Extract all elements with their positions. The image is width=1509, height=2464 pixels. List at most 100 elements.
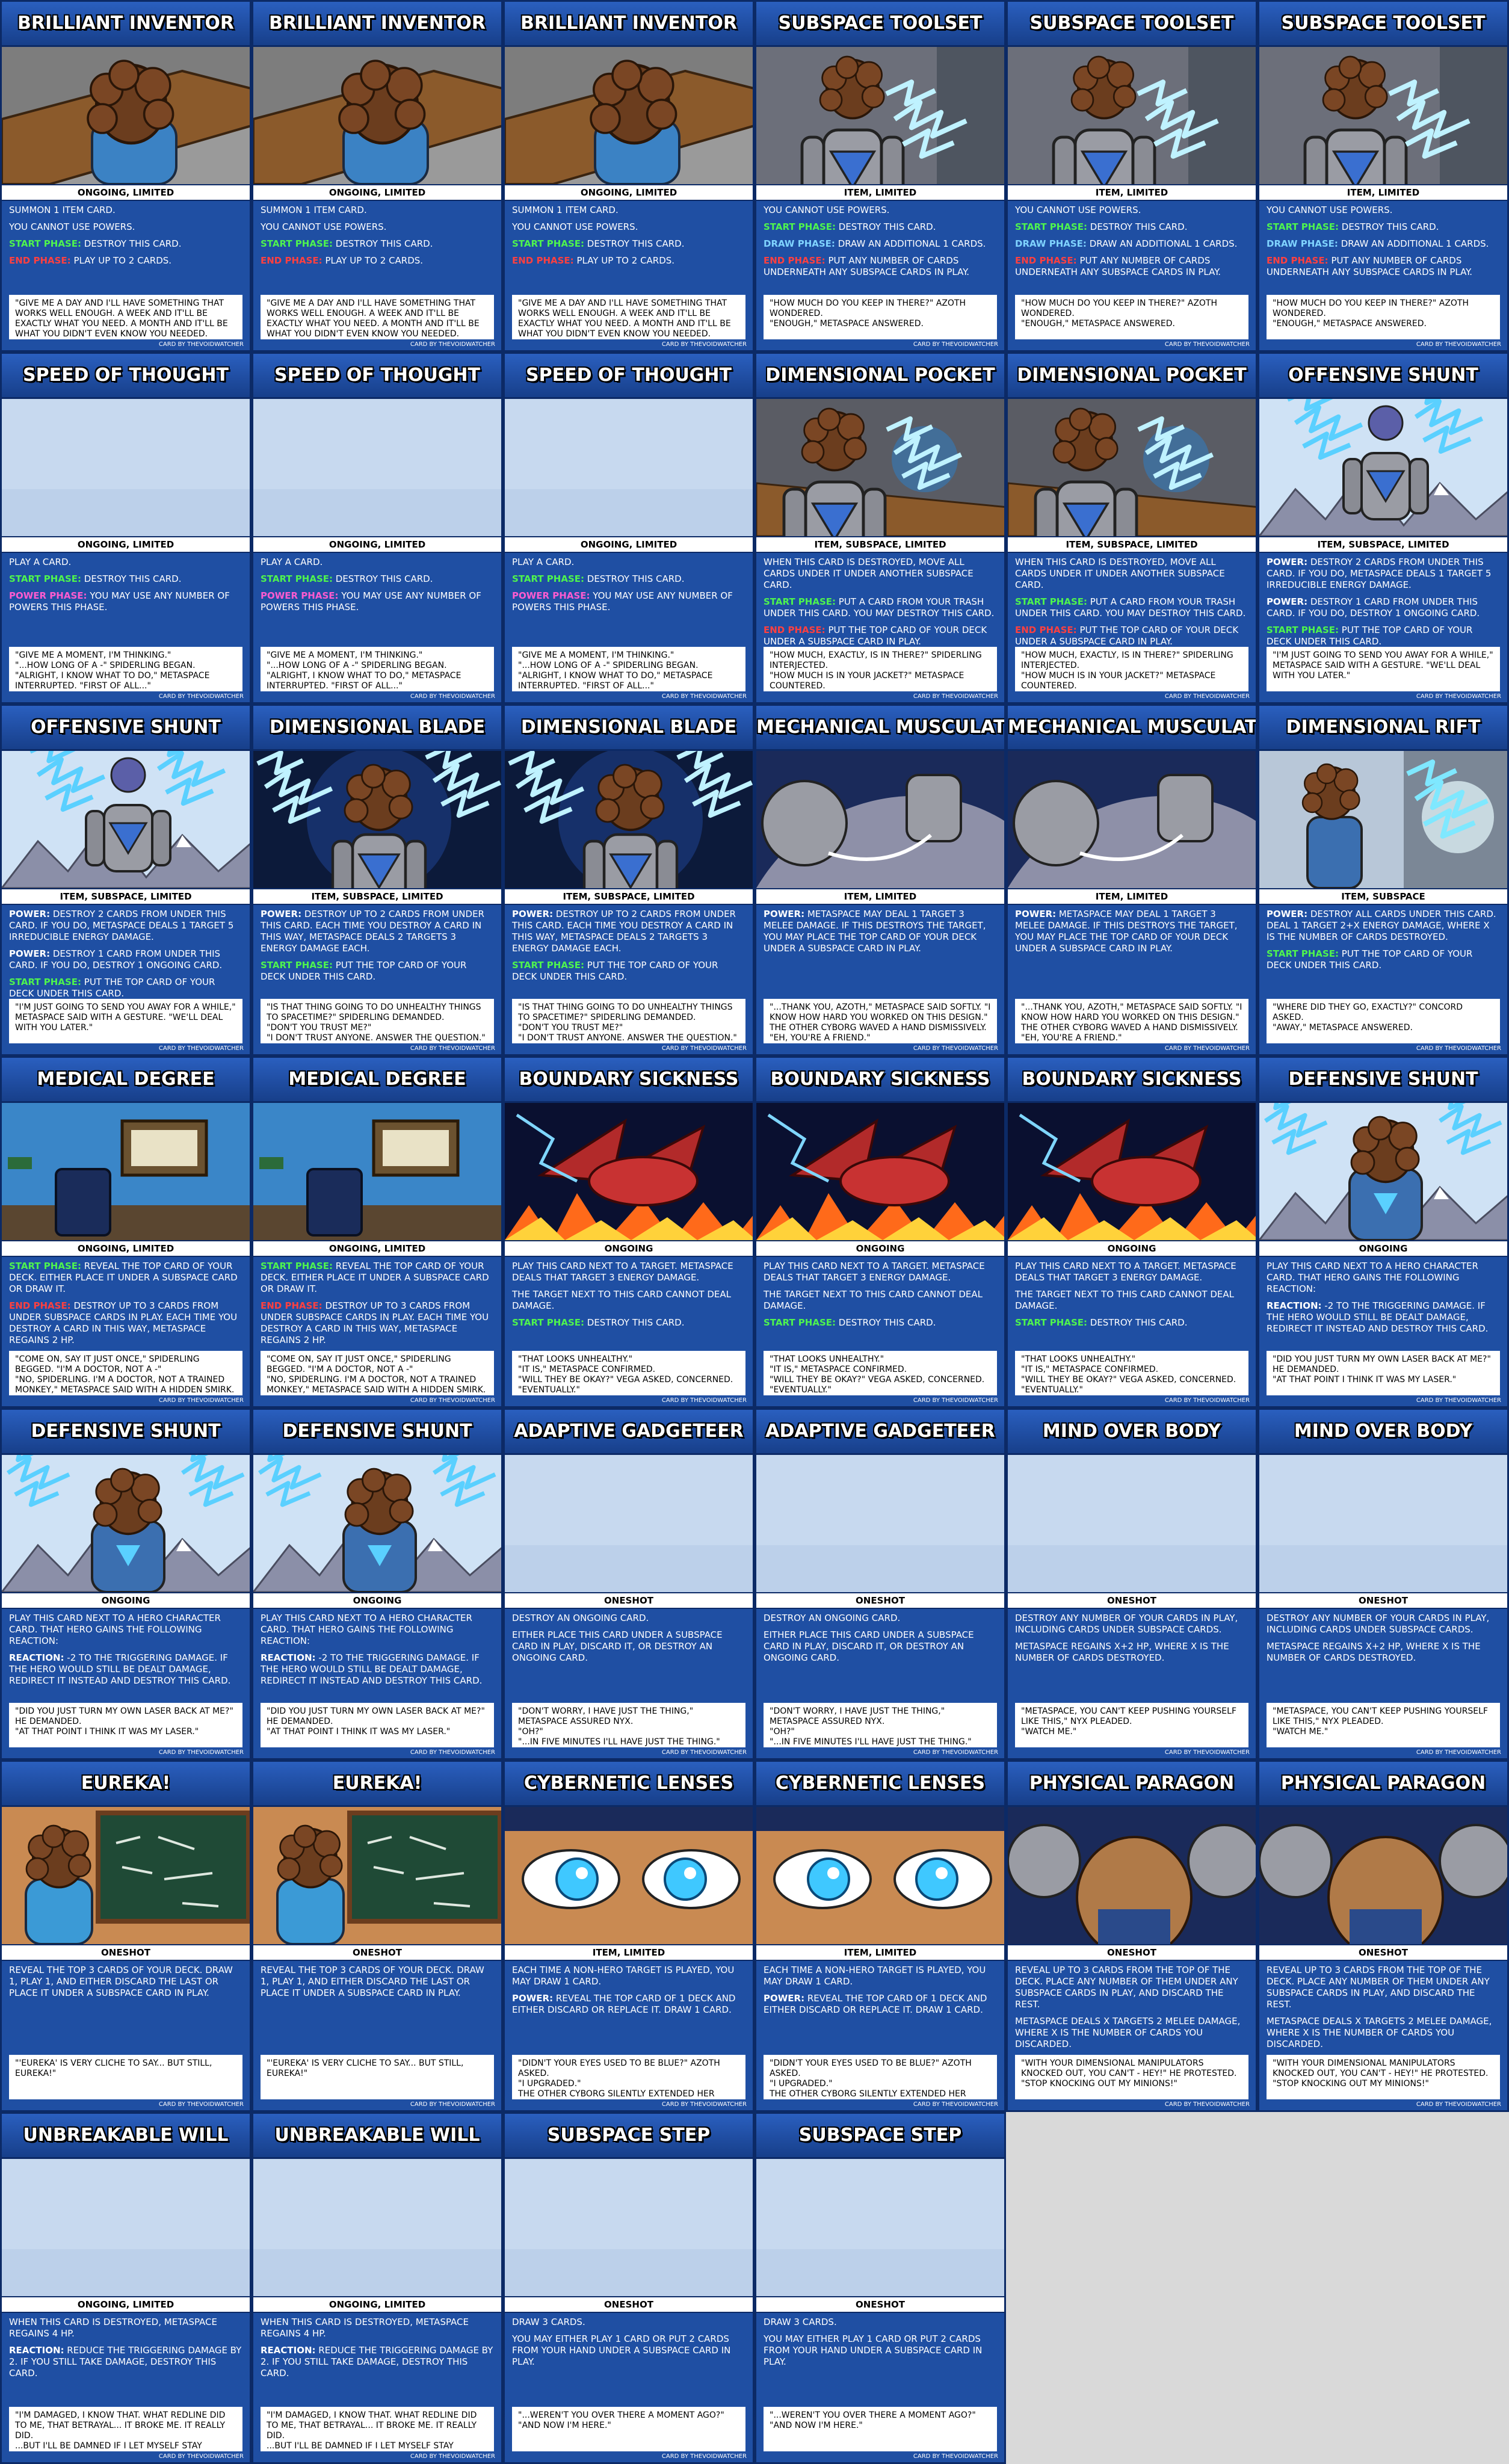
game-card[interactable]: MECHANICAL MUSCULATURE ITEM, LIMITED POWE…: [754, 704, 1006, 1056]
card-art: [505, 1807, 753, 1944]
game-card[interactable]: OFFENSIVE SHUNT ITEM, SUBSPACE, LIMITED P…: [0, 704, 252, 1056]
game-card[interactable]: ADAPTIVE GADGETEER ONESHOT DESTROY AN ONG…: [503, 1408, 754, 1760]
game-card[interactable]: SPEED OF THOUGHT ONGOING, LIMITED PLAY A …: [0, 352, 252, 704]
rule-body: DESTROY AN ONGOING CARD.: [512, 1613, 649, 1623]
card-art: [2, 1807, 250, 1944]
game-card[interactable]: SUBSPACE TOOLSET ITEM, LIMITED YOU CANNOT…: [1258, 0, 1509, 352]
game-card[interactable]: MIND OVER BODY ONESHOT DESTROY ANY NUMBER…: [1258, 1408, 1509, 1760]
game-card[interactable]: BOUNDARY SICKNESS ONGOING PLAY THIS CARD …: [754, 1056, 1006, 1408]
phase-label: POWER:: [1267, 596, 1308, 607]
game-card[interactable]: MEDICAL DEGREE ONGOING, LIMITED START PHA…: [252, 1056, 503, 1408]
card-keywords: ITEM, LIMITED: [505, 1944, 753, 1961]
card-rules: PLAY A CARD. START PHASE: DESTROY THIS CA…: [253, 553, 501, 647]
card-credit: CARD BY THEVOIDWATCHER: [158, 1749, 244, 1756]
game-card[interactable]: DEFENSIVE SHUNT ONGOING PLAY THIS CARD NE…: [1258, 1056, 1509, 1408]
card-keywords: ITEM, LIMITED: [1259, 184, 1507, 201]
game-card[interactable]: OFFENSIVE SHUNT ITEM, SUBSPACE, LIMITED P…: [1258, 352, 1509, 704]
rule-text: THE TARGET NEXT TO THIS CARD CANNOT DEAL…: [1015, 1289, 1248, 1312]
game-card[interactable]: SUBSPACE STEP ONESHOT DRAW 3 CARDS. YOU MA…: [503, 2112, 754, 2464]
phase-label: POWER:: [1267, 557, 1308, 567]
card-art: [253, 2159, 501, 2296]
flavor-text: "HOW MUCH DO YOU KEEP IN THERE?" AZOTH W…: [764, 295, 997, 339]
card-art: [2, 399, 250, 536]
phase-label: START PHASE:: [9, 573, 82, 584]
card-keywords: ITEM, SUBSPACE, LIMITED: [253, 888, 501, 905]
rule-text: POWER: DESTROY UP TO 2 CARDS FROM UNDER …: [261, 909, 494, 954]
rule-body: WHEN THIS CARD IS DESTROYED, MOVE ALL CA…: [1015, 557, 1225, 590]
game-card[interactable]: DIMENSIONAL RIFT ITEM, SUBSPACE POWER: DE…: [1258, 704, 1509, 1056]
rule-text: PLAY A CARD.: [512, 557, 745, 568]
card-credit: CARD BY THEVOIDWATCHER: [913, 693, 998, 700]
rule-text: REACTION: -2 TO THE TRIGGERING DAMAGE. I…: [261, 1652, 494, 1687]
card-credit: CARD BY THEVOIDWATCHER: [1416, 1749, 1501, 1756]
game-card[interactable]: PHYSICAL PARAGON ONESHOT REVEAL UP TO 3 C…: [1006, 1760, 1258, 2112]
game-card[interactable]: BRILLIANT INVENTOR ONGOING, LIMITED SUMMO…: [503, 0, 754, 352]
game-card[interactable]: MECHANICAL MUSCULATURE ITEM, LIMITED POWE…: [1006, 704, 1258, 1056]
game-card[interactable]: DIMENSIONAL BLADE ITEM, SUBSPACE, LIMITE…: [503, 704, 754, 1056]
card-rules: POWER: DESTROY UP TO 2 CARDS FROM UNDER …: [253, 905, 501, 999]
game-card[interactable]: PHYSICAL PARAGON ONESHOT REVEAL UP TO 3 C…: [1258, 1760, 1509, 2112]
flavor-text: "DIDN'T YOUR EYES USED TO BE BLUE?" AZOT…: [512, 2055, 745, 2099]
rule-text: DESTROY ANY NUMBER OF YOUR CARDS IN PLAY…: [1015, 1613, 1248, 1635]
card-title: DIMENSIONAL RIFT: [1259, 706, 1507, 751]
card-credit: CARD BY THEVOIDWATCHER: [1164, 1397, 1250, 1404]
card-credit: CARD BY THEVOIDWATCHER: [1164, 1749, 1250, 1756]
game-card[interactable]: BRILLIANT INVENTOR ONGOING, LIMITED SUMMO…: [0, 0, 252, 352]
game-card[interactable]: CYBERNETIC LENSES ITEM, LIMITED EACH TIME…: [754, 1760, 1006, 2112]
game-card[interactable]: SPEED OF THOUGHT ONGOING, LIMITED PLAY A …: [252, 352, 503, 704]
rule-text: POWER: REVEAL THE TOP CARD OF 1 DECK AND…: [512, 1993, 745, 2016]
game-card[interactable]: DEFENSIVE SHUNT ONGOING PLAY THIS CARD NE…: [0, 1408, 252, 1760]
game-card[interactable]: SUBSPACE STEP ONESHOT DRAW 3 CARDS. YOU MA…: [754, 2112, 1006, 2464]
rule-body: EITHER PLACE THIS CARD UNDER A SUBSPACE …: [764, 1629, 974, 1663]
game-card[interactable]: EUREKA! ONESHOT REVEAL THE TOP 3 CARDS OF…: [252, 1760, 503, 2112]
game-card[interactable]: DEFENSIVE SHUNT ONGOING PLAY THIS CARD NE…: [252, 1408, 503, 1760]
rule-body: DRAW AN ADDITIONAL 1 CARDS.: [1338, 238, 1489, 249]
game-card[interactable]: SPEED OF THOUGHT ONGOING, LIMITED PLAY A …: [503, 352, 754, 704]
rule-text: PLAY THIS CARD NEXT TO A HERO CHARACTER …: [9, 1613, 242, 1647]
rule-text: REVEAL UP TO 3 CARDS FROM THE TOP OF THE…: [1267, 1965, 1500, 2010]
game-card[interactable]: BRILLIANT INVENTOR ONGOING, LIMITED SUMMO…: [252, 0, 503, 352]
card-keywords: ONGOING: [2, 1592, 250, 1609]
rule-text: POWER: DESTROY ALL CARDS UNDER THIS CARD…: [1267, 909, 1500, 943]
card-title: EUREKA!: [253, 1762, 501, 1807]
rule-text: DRAW 3 CARDS.: [764, 2317, 997, 2328]
game-card[interactable]: SUBSPACE TOOLSET ITEM, LIMITED YOU CANNOT…: [754, 0, 1006, 352]
game-card[interactable]: DIMENSIONAL POCKET ITEM, SUBSPACE, LIMIT…: [754, 352, 1006, 704]
rule-text: START PHASE: DESTROY THIS CARD.: [512, 1317, 745, 1329]
card-rules: WHEN THIS CARD IS DESTROYED, METASPACE R…: [2, 2313, 250, 2407]
flavor-text: "WHERE DID THEY GO, EXACTLY?" CONCORD AS…: [1267, 999, 1500, 1043]
rule-text: YOU CANNOT USE POWERS.: [261, 221, 494, 233]
phase-label: START PHASE:: [512, 573, 585, 584]
game-card[interactable]: CYBERNETIC LENSES ITEM, LIMITED EACH TIME…: [503, 1760, 754, 2112]
phase-label: END PHASE:: [1015, 255, 1077, 266]
rule-text: WHEN THIS CARD IS DESTROYED, METASPACE R…: [9, 2317, 242, 2339]
game-card[interactable]: SUBSPACE TOOLSET ITEM, LIMITED YOU CANNOT…: [1006, 0, 1258, 352]
game-card[interactable]: MIND OVER BODY ONESHOT DESTROY ANY NUMBER…: [1006, 1408, 1258, 1760]
phase-label: START PHASE:: [1015, 596, 1088, 607]
flavor-text: "'EUREKA' IS VERY CLICHE TO SAY... BUT S…: [9, 2055, 242, 2099]
card-art: [756, 1103, 1004, 1240]
game-card[interactable]: EUREKA! ONESHOT REVEAL THE TOP 3 CARDS OF…: [0, 1760, 252, 2112]
game-card[interactable]: BOUNDARY SICKNESS ONGOING PLAY THIS CARD …: [1006, 1056, 1258, 1408]
phase-label: START PHASE:: [9, 977, 82, 987]
rule-text: EITHER PLACE THIS CARD UNDER A SUBSPACE …: [512, 1629, 745, 1664]
card-keywords: ITEM, SUBSPACE, LIMITED: [2, 888, 250, 905]
game-card[interactable]: BOUNDARY SICKNESS ONGOING PLAY THIS CARD …: [503, 1056, 754, 1408]
game-card[interactable]: UNBREAKABLE WILL ONGOING, LIMITED WHEN TH…: [252, 2112, 503, 2464]
rule-text: END PHASE: PUT ANY NUMBER OF CARDS UNDER…: [1015, 255, 1248, 278]
card-rules: POWER: DESTROY 2 CARDS FROM UNDER THIS C…: [2, 905, 250, 999]
rule-body: REVEAL UP TO 3 CARDS FROM THE TOP OF THE…: [1267, 1965, 1490, 2010]
rule-text: METASPACE REGAINS X+2 HP, WHERE X IS THE…: [1015, 1641, 1248, 1664]
game-card[interactable]: MEDICAL DEGREE ONGOING, LIMITED START PHA…: [0, 1056, 252, 1408]
card-keywords: ONGOING, LIMITED: [253, 536, 501, 553]
rule-text: EACH TIME A NON-HERO TARGET IS PLAYED, Y…: [512, 1965, 745, 1987]
game-card[interactable]: UNBREAKABLE WILL ONGOING, LIMITED WHEN TH…: [0, 2112, 252, 2464]
card-art: [1008, 1455, 1256, 1592]
rule-text: YOU CANNOT USE POWERS.: [512, 221, 745, 233]
card-credit: CARD BY THEVOIDWATCHER: [1416, 2101, 1501, 2108]
phase-label: POWER PHASE:: [261, 590, 339, 601]
card-art: [1008, 399, 1256, 536]
game-card[interactable]: DIMENSIONAL POCKET ITEM, SUBSPACE, LIMIT…: [1006, 352, 1258, 704]
game-card[interactable]: DIMENSIONAL BLADE ITEM, SUBSPACE, LIMITE…: [252, 704, 503, 1056]
game-card[interactable]: ADAPTIVE GADGETEER ONESHOT DESTROY AN ONG…: [754, 1408, 1006, 1760]
